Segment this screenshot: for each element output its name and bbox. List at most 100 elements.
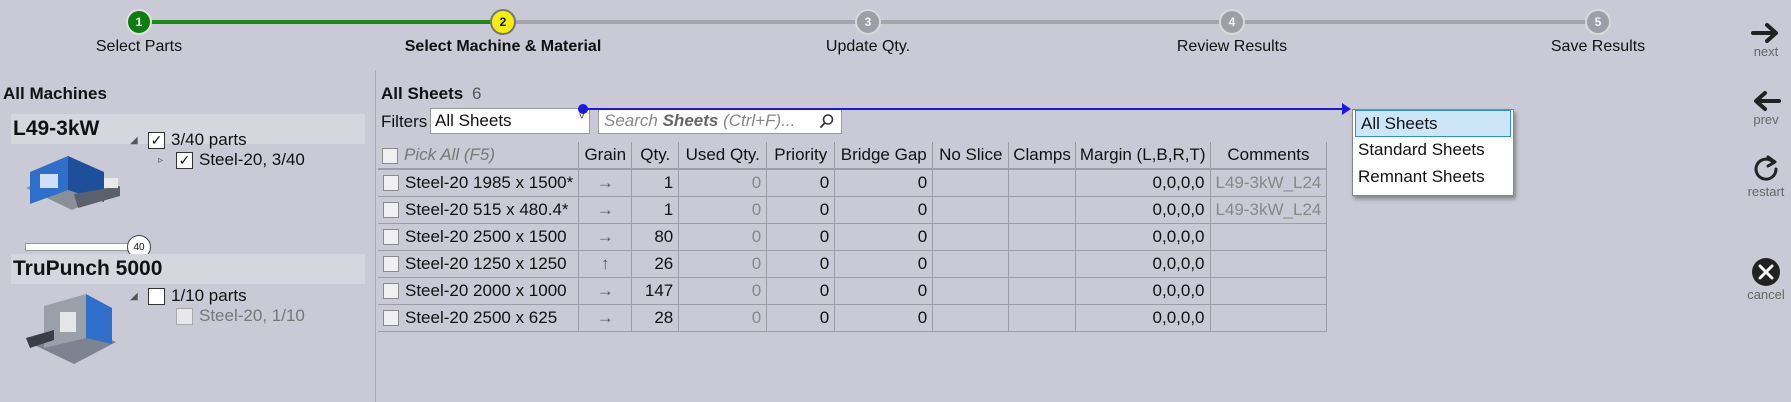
used-qty-cell[interactable]: 0 (678, 223, 768, 251)
step-2-label[interactable]: Select Machine & Material (405, 38, 602, 56)
no-slice-cell[interactable] (932, 169, 1010, 197)
margin-cell[interactable]: 0,0,0,0 (1075, 196, 1211, 224)
table-row[interactable]: Steel-20 2500 x 625 → 28 0 0 0 0,0,0,0 (378, 304, 1328, 332)
priority-cell[interactable]: 0 (766, 196, 836, 224)
bridge-gap-cell[interactable]: 0 (834, 304, 934, 332)
sheet-name-cell[interactable]: Steel-20 2500 x 625 (378, 304, 580, 332)
used-qty-header[interactable]: Used Qty. (678, 142, 768, 170)
bridge-gap-cell[interactable]: 0 (834, 196, 934, 224)
bridge-gap-cell[interactable]: 0 (834, 250, 934, 278)
machine-header-trupunch[interactable]: TruPunch 5000 (11, 254, 365, 284)
no-slice-cell[interactable] (932, 277, 1010, 305)
margin-cell[interactable]: 0,0,0,0 (1075, 250, 1211, 278)
row-checkbox[interactable] (383, 310, 399, 327)
comments-cell[interactable] (1210, 304, 1328, 332)
qty-header[interactable]: Qty. (631, 142, 680, 170)
expand-toggle-icon[interactable]: ◢ (130, 135, 148, 146)
step-1-dot[interactable]: 1 (126, 9, 152, 35)
machine-l49-checkbox[interactable]: ✓ (148, 131, 165, 149)
material-l49-checkbox[interactable]: ✓ (176, 151, 193, 169)
no-slice-cell[interactable] (932, 250, 1010, 278)
row-checkbox[interactable] (383, 202, 399, 219)
priority-cell[interactable]: 0 (766, 304, 836, 332)
comments-cell[interactable] (1210, 277, 1328, 305)
bridge-gap-cell[interactable]: 0 (834, 223, 934, 251)
grain-cell[interactable]: → (578, 223, 633, 251)
sheet-name-cell[interactable]: Steel-20 515 x 480.4* (378, 196, 580, 224)
grain-cell[interactable]: → (578, 277, 633, 305)
used-qty-cell[interactable]: 0 (678, 169, 768, 197)
cancel-button[interactable]: cancel (1742, 257, 1790, 302)
search-icon[interactable] (819, 113, 835, 129)
dropdown-option-remnant-sheets[interactable]: Remnant Sheets (1353, 164, 1513, 191)
table-row[interactable]: Steel-20 2500 x 1500 → 80 0 0 0 0,0,0,0 (378, 223, 1328, 251)
bridge-gap-header[interactable]: Bridge Gap (834, 142, 934, 170)
qty-cell[interactable]: 28 (631, 304, 680, 332)
machine-slider-track[interactable] (25, 243, 140, 251)
table-row[interactable]: Steel-20 1985 x 1500* → 1 0 0 0 0,0,0,0 L49-3kW… (378, 169, 1328, 197)
qty-cell[interactable]: 1 (631, 196, 680, 224)
prev-button[interactable]: prev (1742, 90, 1790, 127)
no-slice-cell[interactable] (932, 196, 1010, 224)
bridge-gap-cell[interactable]: 0 (834, 277, 934, 305)
comments-cell[interactable]: L49-3kW_L24 (1210, 169, 1328, 197)
row-checkbox[interactable] (383, 256, 399, 273)
clamps-cell[interactable] (1008, 223, 1076, 251)
step-4-dot[interactable]: 4 (1219, 9, 1245, 35)
pick-all-checkbox[interactable] (382, 147, 398, 164)
comments-cell[interactable] (1210, 250, 1328, 278)
used-qty-cell[interactable]: 0 (678, 304, 768, 332)
clamps-cell[interactable] (1008, 304, 1076, 332)
sheet-name-cell[interactable]: Steel-20 1985 x 1500* (378, 169, 580, 197)
margin-cell[interactable]: 0,0,0,0 (1075, 169, 1211, 197)
grain-header[interactable]: Grain (578, 142, 633, 170)
qty-cell[interactable]: 26 (631, 250, 680, 278)
next-button[interactable]: next (1742, 22, 1790, 59)
machine-trupunch-parts-row[interactable]: ◢ 1/10 parts (130, 286, 247, 306)
qty-cell[interactable]: 147 (631, 277, 680, 305)
step-3-dot[interactable]: 3 (855, 9, 881, 35)
priority-cell[interactable]: 0 (766, 250, 836, 278)
step-3-label[interactable]: Update Qty. (826, 38, 910, 56)
clamps-header[interactable]: Clamps (1008, 142, 1076, 170)
qty-cell[interactable]: 80 (631, 223, 680, 251)
step-5-dot[interactable]: 5 (1585, 9, 1611, 35)
clamps-cell[interactable] (1008, 169, 1076, 197)
clamps-cell[interactable] (1008, 250, 1076, 278)
qty-cell[interactable]: 1 (631, 169, 680, 197)
row-checkbox[interactable] (383, 229, 399, 246)
margin-cell[interactable]: 0,0,0,0 (1075, 304, 1211, 332)
grain-cell[interactable]: → (578, 304, 633, 332)
priority-cell[interactable]: 0 (766, 277, 836, 305)
priority-cell[interactable]: 0 (766, 169, 836, 197)
step-1-label[interactable]: Select Parts (96, 38, 182, 56)
search-input[interactable]: Search Sheets (Ctrl+F)... (598, 108, 842, 134)
table-row[interactable]: Steel-20 515 x 480.4* → 1 0 0 0 0,0,0,0 L49-3kW… (378, 196, 1328, 224)
used-qty-cell[interactable]: 0 (678, 196, 768, 224)
restart-button[interactable]: restart (1742, 154, 1790, 199)
dropdown-option-standard-sheets[interactable]: Standard Sheets (1353, 137, 1513, 164)
sheet-name-cell[interactable]: Steel-20 2500 x 1500 (378, 223, 580, 251)
pick-all-header[interactable]: Pick All (F5) (378, 142, 580, 170)
margin-header[interactable]: Margin (L,B,R,T) (1075, 142, 1211, 170)
collapse-toggle-icon[interactable]: ▹ (158, 155, 176, 166)
machine-l49-parts-row[interactable]: ◢ ✓ 3/40 parts (130, 130, 247, 150)
table-row[interactable]: Steel-20 1250 x 1250 ↑ 26 0 0 0 0,0,0,0 (378, 250, 1328, 278)
grain-cell[interactable]: → (578, 196, 633, 224)
row-checkbox[interactable] (383, 283, 399, 300)
sheet-name-cell[interactable]: Steel-20 1250 x 1250 (378, 250, 580, 278)
sheet-name-cell[interactable]: Steel-20 2000 x 1000 (378, 277, 580, 305)
bridge-gap-cell[interactable]: 0 (834, 169, 934, 197)
no-slice-cell[interactable] (932, 223, 1010, 251)
grain-cell[interactable]: → (578, 169, 633, 197)
step-5-label[interactable]: Save Results (1551, 38, 1645, 56)
expand-toggle-icon[interactable]: ◢ (130, 291, 148, 302)
clamps-cell[interactable] (1008, 277, 1076, 305)
no-slice-cell[interactable] (932, 304, 1010, 332)
comments-cell[interactable] (1210, 223, 1328, 251)
margin-cell[interactable]: 0,0,0,0 (1075, 223, 1211, 251)
used-qty-cell[interactable]: 0 (678, 250, 768, 278)
priority-cell[interactable]: 0 (766, 223, 836, 251)
comments-header[interactable]: Comments (1210, 142, 1328, 170)
grain-cell[interactable]: ↑ (578, 250, 633, 278)
